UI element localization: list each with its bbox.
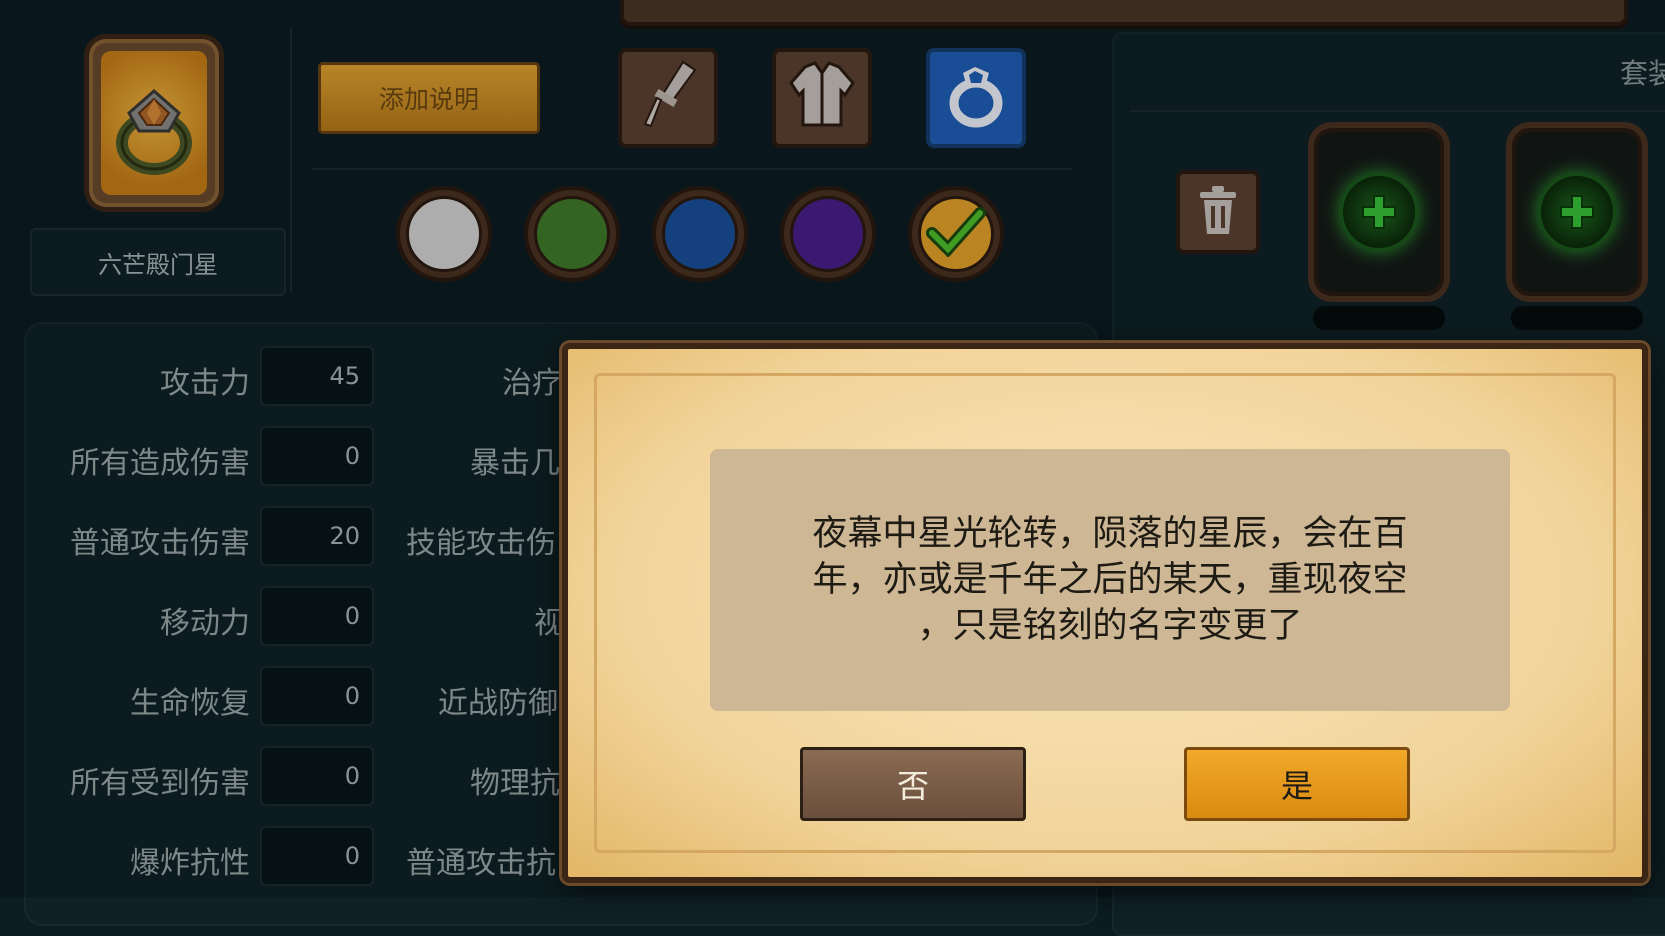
no-button[interactable]: 否 bbox=[800, 747, 1026, 821]
yes-button[interactable]: 是 bbox=[1184, 747, 1410, 821]
dialog-message-box: 夜幕中星光轮转，陨落的星辰，会在百 年，亦或是千年之后的某天，重现夜空 ，只是铭… bbox=[710, 449, 1510, 711]
confirm-dialog: 夜幕中星光轮转，陨落的星辰，会在百 年，亦或是千年之后的某天，重现夜空 ，只是铭… bbox=[562, 343, 1648, 883]
dialog-message: 夜幕中星光轮转，陨落的星辰，会在百 年，亦或是千年之后的某天，重现夜空 ，只是铭… bbox=[812, 514, 1408, 646]
